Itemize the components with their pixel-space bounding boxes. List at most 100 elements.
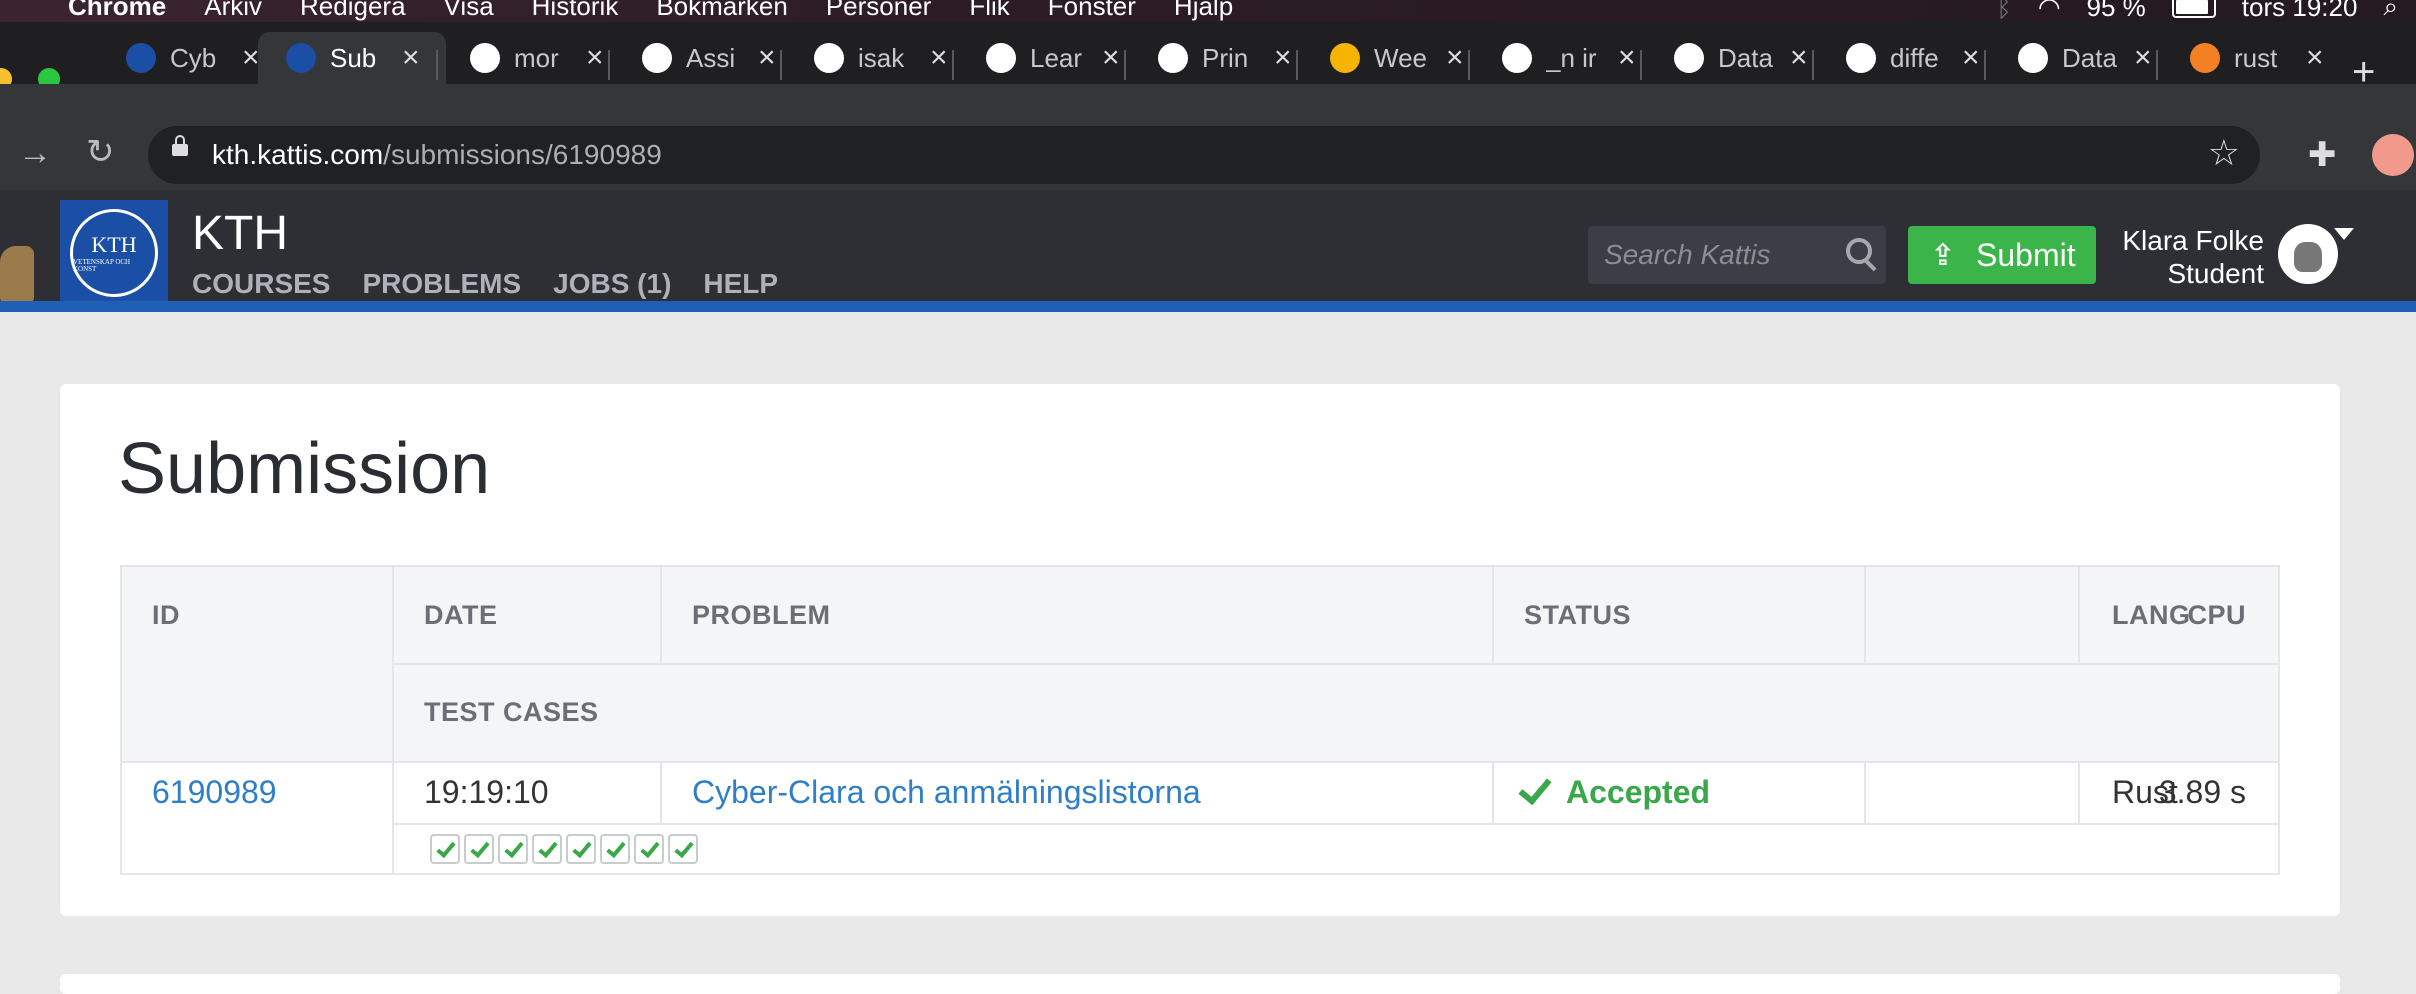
search-input[interactable] (1602, 236, 1826, 274)
browser-tab[interactable]: _n ir × (1480, 32, 1640, 84)
github-icon (814, 43, 844, 73)
user-menu[interactable]: Klara Folke Student (2114, 224, 2264, 290)
nav-help[interactable]: HELP (703, 268, 778, 300)
forward-arrow-icon[interactable]: → (18, 134, 52, 173)
menu-flik[interactable]: Flik (969, 0, 1009, 22)
lock-icon[interactable] (172, 135, 188, 156)
close-tab-icon[interactable]: × (1618, 41, 1636, 75)
close-tab-icon[interactable]: × (586, 41, 604, 75)
address-url[interactable]: kth.kattis.com/submissions/6190989 (212, 139, 662, 171)
tab-title: mor (514, 42, 559, 73)
nav-jobs[interactable]: JOBS (1) (553, 268, 671, 300)
menu-chrome[interactable]: Chrome (68, 0, 166, 22)
url-path: /submissions/6190989 (383, 139, 662, 170)
browser-tab[interactable]: Prin × (1136, 32, 1296, 84)
test-case-passed-icon[interactable] (498, 834, 528, 864)
battery-icon[interactable] (2171, 0, 2216, 18)
close-tab-icon[interactable]: × (402, 41, 420, 75)
close-tab-icon[interactable]: × (2134, 41, 2152, 75)
browser-tab[interactable]: diffe × (1824, 32, 1984, 84)
profile-avatar[interactable] (2372, 134, 2414, 176)
bookmark-star-icon[interactable]: ☆ (2208, 132, 2240, 174)
test-case-passed-icon[interactable] (668, 834, 698, 864)
tab-title: Wee (1374, 42, 1427, 73)
menubar-status: ᛒ ◠ 95 % tors 19:20 ⌕ (1996, 0, 2398, 22)
submission-id-link[interactable]: 6190989 (152, 774, 277, 811)
test-case-passed-icon[interactable] (532, 834, 562, 864)
submission-date: 19:19:10 (424, 773, 549, 810)
tab-separator (1984, 50, 1986, 80)
wifi-icon[interactable]: ◠ (2038, 0, 2061, 22)
chevron-down-icon[interactable] (2334, 228, 2354, 240)
clock[interactable]: tors 19:20 (2242, 0, 2358, 22)
url-host: kth.kattis.com (212, 139, 384, 170)
spotlight-search-icon[interactable]: ⌕ (2383, 0, 2398, 22)
close-tab-icon[interactable]: × (1274, 41, 1292, 75)
close-tab-icon[interactable]: × (2306, 41, 2324, 75)
menu-historik[interactable]: Historik (532, 0, 619, 22)
menu-redigera[interactable]: Redigera (300, 0, 406, 22)
menu-personer[interactable]: Personer (826, 0, 932, 22)
column-header-status: STATUS (1524, 599, 1631, 630)
col-divider-problem-row (1492, 761, 1494, 823)
main-nav: COURSES PROBLEMS JOBS (1) HELP (192, 268, 778, 300)
submit-button[interactable]: ⇪ Submit (1908, 226, 2096, 284)
menu-arkiv[interactable]: Arkiv (204, 0, 262, 22)
close-tab-icon[interactable]: × (1102, 41, 1120, 75)
kth-logo[interactable]: KTH VETENSKAP OCH KONST (60, 200, 168, 306)
browser-tab[interactable]: Lear × (964, 32, 1124, 84)
header-accent-bar (0, 301, 2416, 312)
browser-tab[interactable]: Cyb × (104, 32, 264, 84)
test-case-passed-icon[interactable] (566, 834, 596, 864)
tab-title: Lear (1030, 42, 1083, 73)
rust-icon (986, 43, 1016, 73)
browser-tab[interactable]: Data × (1996, 32, 2156, 84)
test-case-passed-icon[interactable] (600, 834, 630, 864)
test-case-passed-icon[interactable] (634, 834, 664, 864)
bluetooth-icon[interactable]: ᛒ (1996, 0, 2012, 22)
browser-tab[interactable]: Sub × (258, 32, 446, 84)
menu-hjalp[interactable]: Hjälp (1174, 0, 1233, 22)
tab-separator (2156, 50, 2158, 80)
browser-tab[interactable]: mor × (448, 32, 608, 84)
user-avatar[interactable] (2278, 224, 2338, 284)
browser-tab[interactable]: Wee × (1308, 32, 1468, 84)
close-tab-icon[interactable]: × (242, 41, 260, 75)
search-icon[interactable] (1846, 238, 1872, 264)
menu-bokmarken[interactable]: Bokmärken (656, 0, 788, 22)
close-tab-icon[interactable]: × (930, 41, 948, 75)
checkmark-icon (1518, 770, 1552, 806)
tab-separator (1640, 50, 1642, 80)
browser-tab[interactable]: isak × (792, 32, 952, 84)
nav-problems[interactable]: PROBLEMS (362, 268, 521, 300)
browser-tab[interactable]: rust × (2168, 32, 2328, 84)
site-header: KTH VETENSKAP OCH KONST KTH COURSES PROB… (0, 190, 2416, 312)
browser-tab[interactable]: Data × (1652, 32, 1812, 84)
browser-tab[interactable]: Assi × (620, 32, 780, 84)
nav-courses[interactable]: COURSES (192, 268, 330, 300)
close-tab-icon[interactable]: × (758, 41, 776, 75)
column-header-test-cases: TEST CASES (424, 696, 599, 727)
tab-title: diffe (1890, 42, 1939, 73)
test-case-passed-icon[interactable] (430, 834, 460, 864)
macos-menubar: Chrome Arkiv Redigera Visa Historik Bokm… (0, 0, 2416, 22)
submit-label: Submit (1976, 236, 2076, 273)
tab-separator (608, 50, 610, 80)
stackoverflow-icon (2190, 43, 2220, 73)
extensions-puzzle-icon[interactable]: ✚ (2308, 135, 2337, 175)
tab-strip: Cyb × Sub × mor × Assi × isak × Lear × Prin × Wee × _n i… (0, 22, 2416, 94)
site-title[interactable]: KTH (192, 206, 288, 261)
search-box (1588, 226, 1886, 284)
close-tab-icon[interactable]: × (1790, 41, 1808, 75)
menu-visa[interactable]: Visa (444, 0, 494, 22)
close-tab-icon[interactable]: × (1446, 41, 1464, 75)
address-bar[interactable]: kth.kattis.com/submissions/6190989 ☆ (148, 126, 2260, 184)
tab-title: Cyb (170, 42, 217, 73)
menu-fonster[interactable]: Fönster (1048, 0, 1136, 22)
test-case-passed-icon[interactable] (464, 834, 494, 864)
reload-icon[interactable]: ↻ (86, 132, 115, 172)
problem-link[interactable]: Cyber-Clara och anmälningslistorna (692, 774, 1201, 811)
submission-lang: Rust (2112, 773, 2178, 810)
col-divider-status-row (1864, 761, 1866, 823)
close-tab-icon[interactable]: × (1962, 41, 1980, 75)
